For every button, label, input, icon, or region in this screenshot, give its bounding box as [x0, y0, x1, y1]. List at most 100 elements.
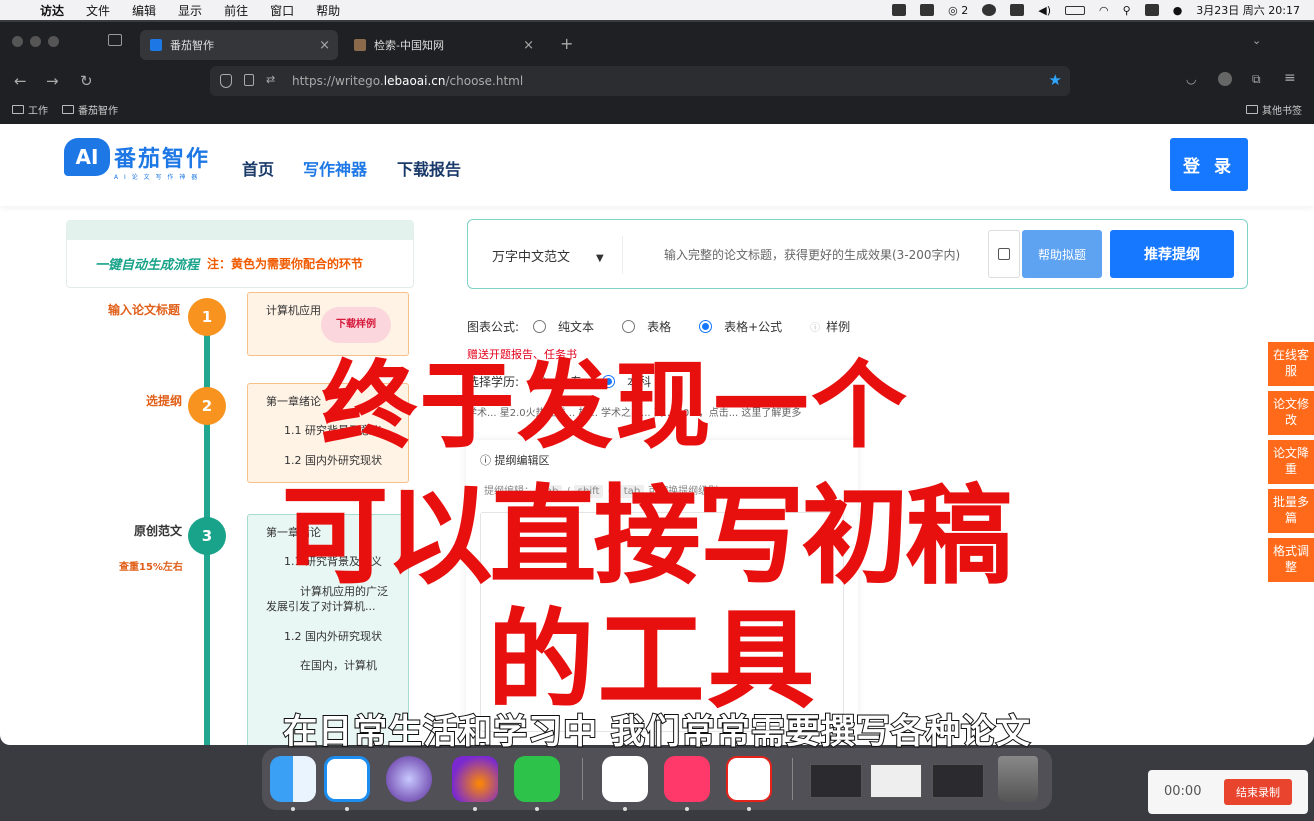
step2-number: 2 — [188, 387, 226, 425]
video-subtitle: 在日常生活和学习中 我们常常需要撰写各种论文 — [282, 711, 1031, 753]
step1-card-text: 计算机应用 — [266, 304, 321, 317]
siri-app-icon[interactable] — [386, 756, 432, 802]
menu-edit[interactable]: 编辑 — [132, 2, 156, 19]
menu-window[interactable]: 窗口 — [270, 2, 294, 19]
step3-number: 3 — [188, 517, 226, 555]
help-checkbox[interactable] — [988, 230, 1020, 278]
recommend-outline-button[interactable]: 推荐提纲 — [1110, 230, 1234, 278]
reload-icon[interactable]: ↻ — [80, 72, 93, 90]
trash-icon[interactable] — [998, 756, 1038, 802]
minimized-window-finder[interactable] — [932, 764, 984, 798]
cnki-favicon-icon — [354, 39, 366, 51]
wifi-icon[interactable]: ◠ — [1099, 4, 1109, 17]
tool-status-icon[interactable] — [920, 4, 935, 16]
menu-view[interactable]: 显示 — [178, 2, 202, 19]
qq-status-icon[interactable] — [982, 4, 997, 16]
new-tab-icon[interactable]: + — [560, 34, 573, 53]
menubar-clock[interactable]: 3月23日 周六 20:17 — [1196, 2, 1300, 18]
wechat-icon[interactable] — [514, 756, 560, 802]
tab-list-chevron-icon[interactable]: ⌄ — [1252, 34, 1261, 47]
dock-separator — [582, 758, 583, 800]
input-method-icon[interactable] — [1010, 4, 1025, 16]
menu-help[interactable]: 帮助 — [316, 2, 340, 19]
title-input[interactable]: 输入完整的论文标题，获得更好的生成效果(3-200字内) — [664, 246, 974, 263]
permissions-icon[interactable]: ⇄ — [266, 73, 275, 86]
running-indicator — [685, 807, 689, 811]
search-app-icon[interactable] — [324, 756, 370, 802]
tab-cnki[interactable]: 检索-中国知网 × — [344, 30, 542, 60]
spotlight-search-icon[interactable]: ⚲ — [1123, 4, 1131, 17]
close-icon[interactable]: × — [319, 38, 330, 53]
shield-icon[interactable] — [220, 74, 232, 88]
step1-label: 输入论文标题 — [108, 303, 181, 317]
help-title-button[interactable]: 帮助拟题 — [1022, 230, 1102, 278]
control-center-icon[interactable] — [1144, 4, 1159, 16]
other-bookmarks[interactable]: 其他书签 — [1246, 102, 1302, 117]
wps-office-icon[interactable] — [726, 756, 772, 802]
close-icon[interactable]: × — [523, 38, 534, 53]
side-plagiarism-reduce[interactable]: 论文降重 — [1268, 440, 1314, 484]
address-bar[interactable]: ⇄ https://writego. lebaoai.cn/choose.html… — [210, 66, 1070, 96]
siri-icon[interactable]: ● — [1173, 4, 1183, 17]
fanqie-favicon-icon — [150, 39, 162, 51]
step2-label: 选提纲 — [146, 394, 183, 408]
wps-status-icon[interactable] — [892, 4, 907, 16]
account-icon[interactable] — [1218, 72, 1232, 86]
login-button[interactable]: 登 录 — [1170, 138, 1248, 191]
back-icon[interactable]: ← — [14, 72, 27, 90]
tab-fanqie[interactable]: 番茄智作 × — [140, 30, 338, 60]
window-close-button[interactable] — [12, 36, 23, 47]
minimized-window-wechat[interactable] — [810, 764, 862, 798]
nav-download-report[interactable]: 下载报告 — [397, 156, 461, 180]
side-batch[interactable]: 批量多篇 — [1268, 489, 1314, 533]
side-online-service[interactable]: 在线客服 — [1268, 342, 1314, 386]
forward-icon[interactable]: → — [46, 72, 59, 90]
battery-icon[interactable] — [1065, 5, 1086, 15]
pocket-icon[interactable]: ◡ — [1186, 72, 1196, 86]
step1-number: 1 — [188, 298, 226, 336]
menu-go[interactable]: 前往 — [224, 2, 248, 19]
running-indicator — [623, 807, 627, 811]
flow-header: 一键自动生成流程 注：黄色为需要你配合的环节 — [66, 220, 414, 288]
firefox-icon[interactable] — [452, 756, 498, 802]
nav-home[interactable]: 首页 — [242, 156, 274, 180]
chevron-down-icon: ▼ — [596, 253, 604, 264]
bookmark-star-icon[interactable]: ★ — [1049, 71, 1062, 89]
wechat-count: 2 — [961, 3, 969, 17]
overlay-line1: 终于发现一个 — [321, 351, 911, 462]
lock-icon[interactable] — [244, 74, 254, 86]
step3-sublabel: 查重15%左右 — [119, 562, 183, 573]
minimized-window-wps[interactable] — [870, 764, 922, 798]
running-indicator — [345, 807, 349, 811]
essay-type-select[interactable]: 万字中文范文 ▼ — [492, 246, 604, 265]
nav-writing-tool[interactable]: 写作神器 — [303, 156, 367, 180]
logo-name: 番茄智作 — [114, 147, 211, 172]
bookmark-label: 番茄智作 — [78, 106, 118, 117]
wechat-status-icon[interactable]: ◎ 2 — [948, 4, 968, 17]
macos-menubar: 访达 文件 编辑 显示 前往 窗口 帮助 ◎ 2 ◀) ◠ ⚲ ● 3月23日 … — [0, 0, 1314, 20]
running-indicator — [747, 807, 751, 811]
side-format-adjust[interactable]: 格式调整 — [1268, 538, 1314, 582]
step3-label: 原创范文 — [134, 524, 183, 538]
folder-icon — [12, 105, 24, 114]
menu-file[interactable]: 文件 — [86, 2, 110, 19]
extensions-icon[interactable]: ⧉ — [1252, 72, 1261, 87]
tab-title: 检索-中国知网 — [374, 39, 444, 52]
menu-icon[interactable]: ≡ — [1284, 70, 1296, 86]
tab-overview-icon[interactable] — [108, 34, 122, 46]
bookmark-work[interactable]: 工作 — [12, 102, 48, 117]
finder-icon[interactable] — [270, 756, 316, 802]
volume-icon[interactable]: ◀) — [1038, 4, 1051, 17]
window-minimize-button[interactable] — [30, 36, 41, 47]
bookmark-fanqie[interactable]: 番茄智作 — [62, 102, 118, 117]
site-logo[interactable]: AI 番茄智作 A I 论 文 写 作 神 器 — [64, 138, 211, 181]
side-paper-revise[interactable]: 论文修改 — [1268, 391, 1314, 435]
browser-chrome: 番茄智作 × 检索-中国知网 × + ⌄ ← → ↻ ⇄ https://wri… — [0, 22, 1314, 124]
qq-icon[interactable] — [602, 756, 648, 802]
screen-recorder-icon[interactable] — [664, 756, 710, 802]
url-host: lebaoai.cn — [383, 74, 446, 88]
url-prefix: https://writego. — [292, 74, 384, 88]
menu-app-finder[interactable]: 访达 — [40, 2, 64, 19]
stop-recording-button[interactable]: 结束录制 — [1224, 779, 1292, 805]
window-zoom-button[interactable] — [48, 36, 59, 47]
